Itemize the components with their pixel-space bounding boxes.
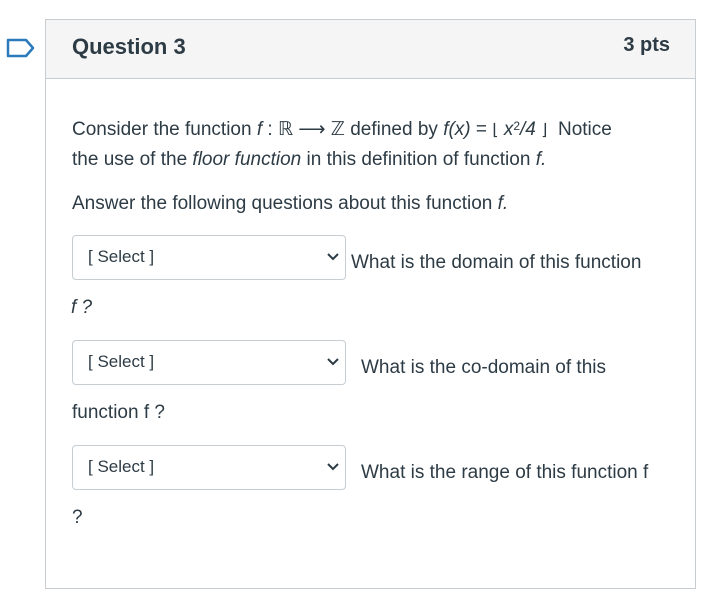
codomain-question-cont: function f ?	[72, 402, 165, 423]
question-header: Question 3 3 pts	[46, 20, 695, 79]
instruction-text: Answer the following questions about thi…	[72, 193, 509, 214]
chevron-down-icon	[327, 358, 339, 366]
intro-line-1: Consider the function f : ℝ ⟶ ℤ defined …	[72, 119, 612, 140]
range-question-cont: ?	[72, 507, 83, 528]
domain-select-value: [ Select ]	[88, 247, 155, 266]
range-select[interactable]: [ Select ]	[72, 445, 346, 490]
intro-line-2: the use of the floor function in this de…	[72, 149, 547, 170]
question-points: 3 pts	[623, 34, 670, 56]
domain-question-text: What is the domain of this function	[351, 252, 642, 273]
codomain-select-value: [ Select ]	[88, 352, 155, 371]
question-card: Question 3 3 pts Consider the function f…	[45, 19, 696, 589]
range-question-text: What is the range of this function f	[361, 462, 649, 483]
chevron-down-icon	[327, 253, 339, 261]
codomain-select[interactable]: [ Select ]	[72, 340, 346, 385]
domain-select[interactable]: [ Select ]	[72, 235, 346, 280]
bookmark-flag-icon[interactable]	[6, 38, 36, 58]
range-select-value: [ Select ]	[88, 457, 155, 476]
codomain-question-text: What is the co-domain of this	[361, 357, 606, 378]
domain-question-cont: f ?	[71, 297, 93, 318]
question-title: Question 3	[72, 34, 186, 59]
chevron-down-icon	[327, 463, 339, 471]
